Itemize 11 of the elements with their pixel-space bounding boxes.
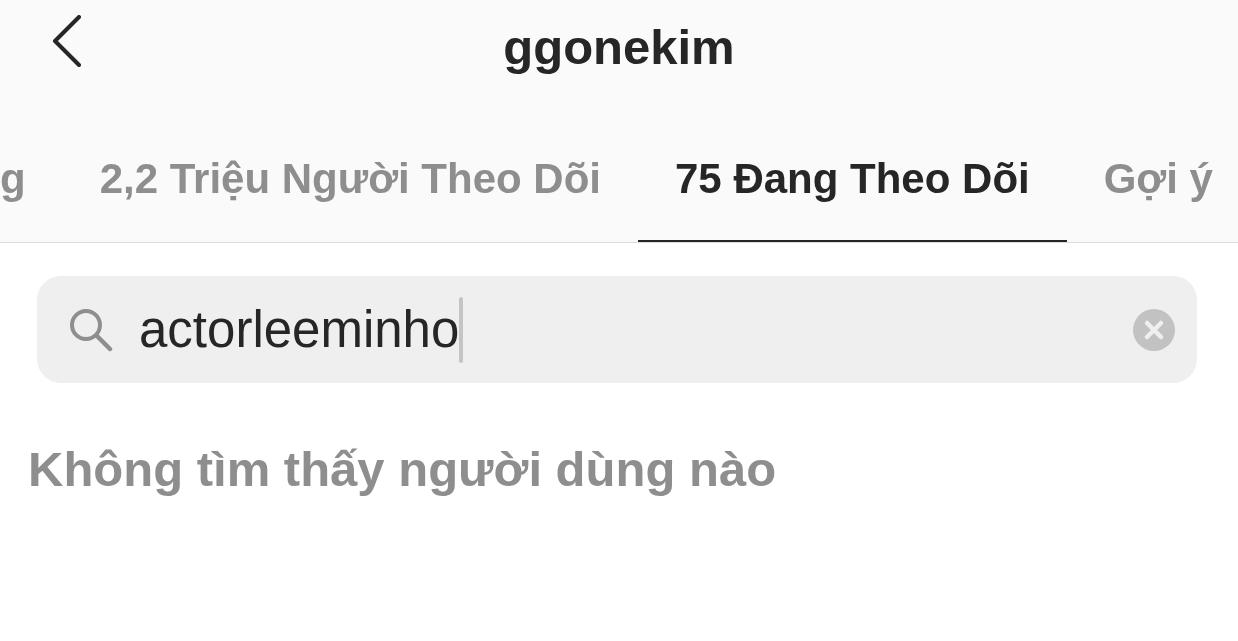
page-title: ggonekim <box>503 19 735 75</box>
clear-icon <box>1133 308 1175 351</box>
back-button[interactable] <box>52 15 82 67</box>
tab[interactable]: g <box>0 92 63 242</box>
search-icon <box>69 307 113 352</box>
tab[interactable]: 75 Đang Theo Dõi <box>638 92 1067 242</box>
tab[interactable]: Gợi ý <box>1066 92 1238 242</box>
chevron-left-icon <box>52 15 82 67</box>
search-field[interactable]: actorleeminho <box>37 276 1197 383</box>
empty-message: Không tìm thấy người dùng nào <box>28 441 778 497</box>
tab[interactable]: 2,2 Triệu Người Theo Dõi <box>62 92 638 242</box>
